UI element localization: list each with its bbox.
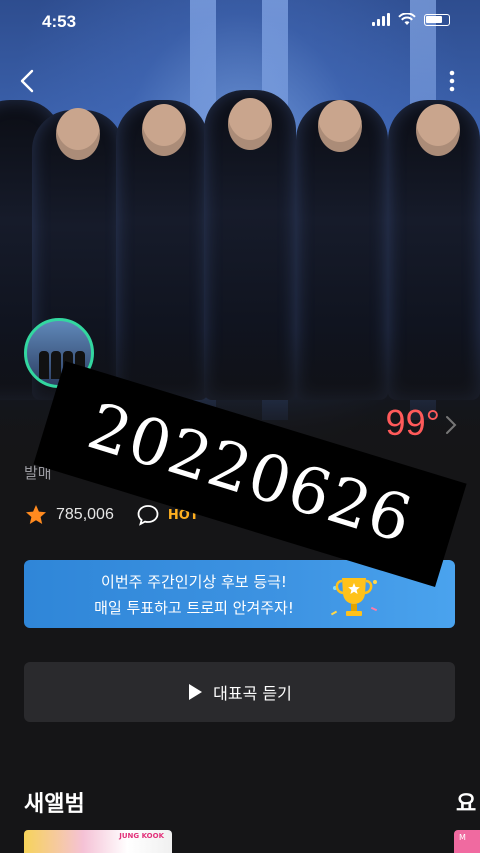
album-thumbnail-2-label: M [459,833,466,842]
listen-button-label: 대표곡 듣기 [213,684,292,703]
album-thumbnail-label: JUNG KOOK [119,832,164,840]
more-options-icon[interactable] [442,66,462,96]
new-album-section-title: 새앨범 [24,792,85,817]
next-section-title: 요 [456,792,477,817]
wifi-icon [398,13,416,25]
album-thumbnail-2[interactable]: M [454,830,480,853]
fan-count: 785,006 [56,506,114,523]
fan-temperature[interactable]: 99° [386,402,440,444]
trophy-icon [330,578,378,616]
comment-icon[interactable] [136,503,160,527]
battery-icon [424,14,450,26]
status-icons [372,13,450,26]
star-icon[interactable] [24,503,48,527]
signal-icon [372,13,390,26]
vote-banner-line1: 이번주 주간인기상 후보 등극! [101,573,287,591]
vote-banner-line2: 매일 투표하고 트로피 안겨주자! [94,599,294,617]
listen-representative-songs-button[interactable]: 대표곡 듣기 [24,662,455,722]
album-thumbnail[interactable]: JUNG KOOK [24,830,172,853]
play-icon [189,684,203,700]
status-bar: 4:53 [0,0,480,44]
status-time: 4:53 [42,12,77,31]
chevron-right-icon[interactable] [444,414,458,436]
back-arrow-icon[interactable] [14,66,42,96]
